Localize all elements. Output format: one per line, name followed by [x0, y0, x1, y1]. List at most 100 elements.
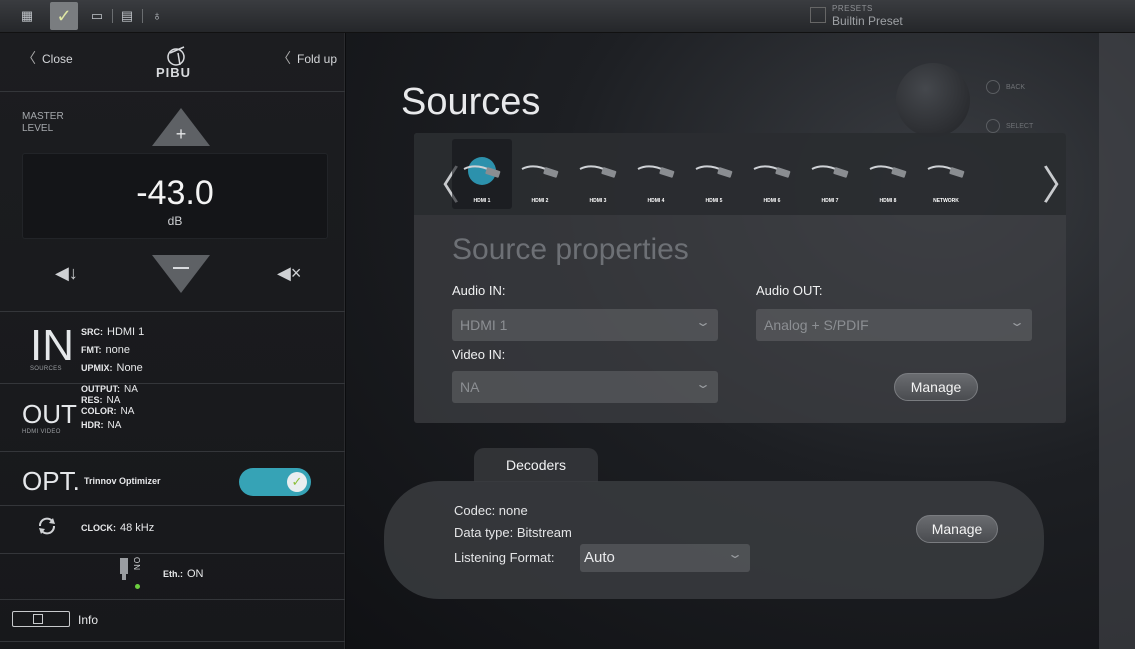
video-in-label: Video IN: [452, 347, 506, 362]
volume-value: -43.0 [136, 174, 214, 212]
checkmark-icon[interactable]: ✓ [50, 2, 78, 30]
tab-decoders[interactable]: Decoders [474, 448, 598, 482]
close-label: Close [42, 52, 73, 66]
chevron-down-icon: ⌄ [726, 547, 744, 561]
device-info-icon[interactable] [12, 611, 70, 627]
source-label: HDMI 5 [705, 198, 723, 204]
source-item[interactable]: NETWORK [916, 139, 976, 209]
manage-button[interactable]: Manage [894, 373, 978, 401]
chevron-right-icon[interactable]: 〉 [1042, 153, 1082, 211]
source-item[interactable]: HDMI 6 [742, 139, 802, 209]
listening-format-value: Auto [584, 549, 615, 566]
chevron-down-icon: ⌄ [694, 377, 712, 391]
fold-up-label: Fold up [297, 52, 338, 66]
audio-in-value: HDMI 1 [460, 317, 508, 333]
opt-heading: OPT. [22, 466, 80, 496]
source-label: HDMI 4 [647, 198, 665, 204]
divider [0, 553, 345, 554]
divider [0, 505, 345, 506]
device-back-label: BACK [1006, 84, 1026, 91]
device-button [986, 80, 1000, 94]
res-key: RES: [81, 395, 103, 405]
upmix-readout: UPMIX: None [81, 362, 143, 374]
logo: PIBU [150, 43, 200, 81]
divider [0, 451, 345, 452]
hdr-readout: HDR: NA [81, 420, 121, 431]
volume-up-button[interactable]: + [152, 108, 210, 146]
volume-decrease-icon[interactable]: ◀↓ [55, 263, 78, 284]
sync-icon [36, 515, 58, 537]
presets-label: PRESETS [832, 4, 873, 13]
hdmi-connector-icon [927, 165, 965, 178]
audio-in-select[interactable]: HDMI 1 ⌄ [452, 309, 718, 341]
toolbar-divider [112, 9, 113, 23]
optimizer-toggle[interactable]: ✓ [239, 468, 311, 496]
output-key: OUTPUT: [81, 384, 120, 394]
hdmi-connector-icon [637, 165, 675, 178]
close-button[interactable]: 〈 Close [22, 48, 73, 68]
clock-value: 48 kHz [120, 522, 155, 534]
src-readout: SRC: HDMI 1 [81, 326, 144, 338]
mute-icon[interactable]: ◀× [277, 263, 301, 284]
source-label: HDMI 2 [531, 198, 549, 204]
master-label-line2: LEVEL [22, 123, 54, 134]
src-key: SRC: [81, 327, 103, 337]
divider [0, 641, 345, 642]
source-item[interactable]: HDMI 2 [510, 139, 570, 209]
listening-format-label: Listening Format: [454, 550, 555, 565]
decoders-panel: Codec: none Data type: Bitstream Listeni… [384, 481, 1044, 599]
check-icon: ✓ [287, 472, 307, 492]
ethernet-icon [118, 558, 130, 586]
source-item[interactable]: HDMI 1 [452, 139, 512, 209]
src-value: HDMI 1 [107, 326, 145, 338]
device-button [986, 119, 1000, 133]
res-value: NA [106, 395, 121, 406]
source-item[interactable]: HDMI 3 [568, 139, 628, 209]
out-heading: OUT [22, 399, 77, 429]
source-item[interactable]: HDMI 5 [684, 139, 744, 209]
chevron-left-icon: 〈 [277, 50, 291, 66]
source-item[interactable]: HDMI 4 [626, 139, 686, 209]
audio-out-select[interactable]: Analog + S/PDIF ⌄ [756, 309, 1032, 341]
hdmi-connector-icon [521, 165, 559, 178]
clock-key: CLOCK: [81, 523, 116, 533]
fmt-value: none [105, 344, 130, 356]
decoders-manage-button[interactable]: Manage [916, 515, 998, 543]
upmix-value: None [116, 362, 143, 374]
fmt-key: FMT: [81, 345, 102, 355]
display-icon[interactable]: ▭ [88, 7, 106, 25]
fold-up-button[interactable]: 〈 Fold up [277, 48, 337, 68]
sidebar-panel: 〈 Close PIBU 〈 Fold up MASTER LEVEL + -43.… [0, 33, 345, 649]
main-content: BACK SELECT Sources 〈 〉 HDMI 1 HDMI 2 HDMI… [346, 33, 1135, 649]
grid-icon[interactable]: ▦ [18, 7, 36, 25]
listening-format-select[interactable]: Auto ⌄ [580, 544, 750, 572]
microphone-icon[interactable]: ♁ [148, 7, 166, 25]
volume-down-button[interactable] [152, 255, 210, 293]
codec-readout: Codec: none [454, 503, 528, 518]
upmix-key: UPMIX: [81, 363, 113, 373]
source-item[interactable]: HDMI 7 [800, 139, 860, 209]
audio-out-label: Audio OUT: [756, 283, 823, 298]
volume-display: -43.0 dB [22, 153, 328, 239]
in-caption: SOURCES [30, 366, 62, 372]
color-readout: COLOR: NA [81, 406, 134, 417]
chevron-down-icon: ⌄ [1008, 315, 1026, 329]
preset-icon [810, 7, 826, 23]
device-icon[interactable]: ▤ [118, 7, 136, 25]
divider [0, 599, 345, 600]
chevron-down-icon: ⌄ [694, 315, 712, 329]
divider [0, 311, 345, 312]
toolbar-divider [142, 9, 143, 23]
source-item[interactable]: HDMI 8 [858, 139, 918, 209]
source-label: HDMI 3 [589, 198, 607, 204]
scrollbar[interactable] [1099, 33, 1135, 649]
logo-text: PIBU [156, 65, 192, 80]
hdmi-connector-icon [579, 165, 617, 178]
source-properties-title: Source properties [452, 233, 689, 266]
info-label[interactable]: Info [78, 613, 98, 627]
audio-out-value: Analog + S/PDIF [764, 317, 869, 333]
video-in-select[interactable]: NA ⌄ [452, 371, 718, 403]
audio-in-label: Audio IN: [452, 283, 506, 298]
source-label: NETWORK [933, 198, 959, 204]
out-caption: HDMI VIDEO [22, 429, 61, 435]
